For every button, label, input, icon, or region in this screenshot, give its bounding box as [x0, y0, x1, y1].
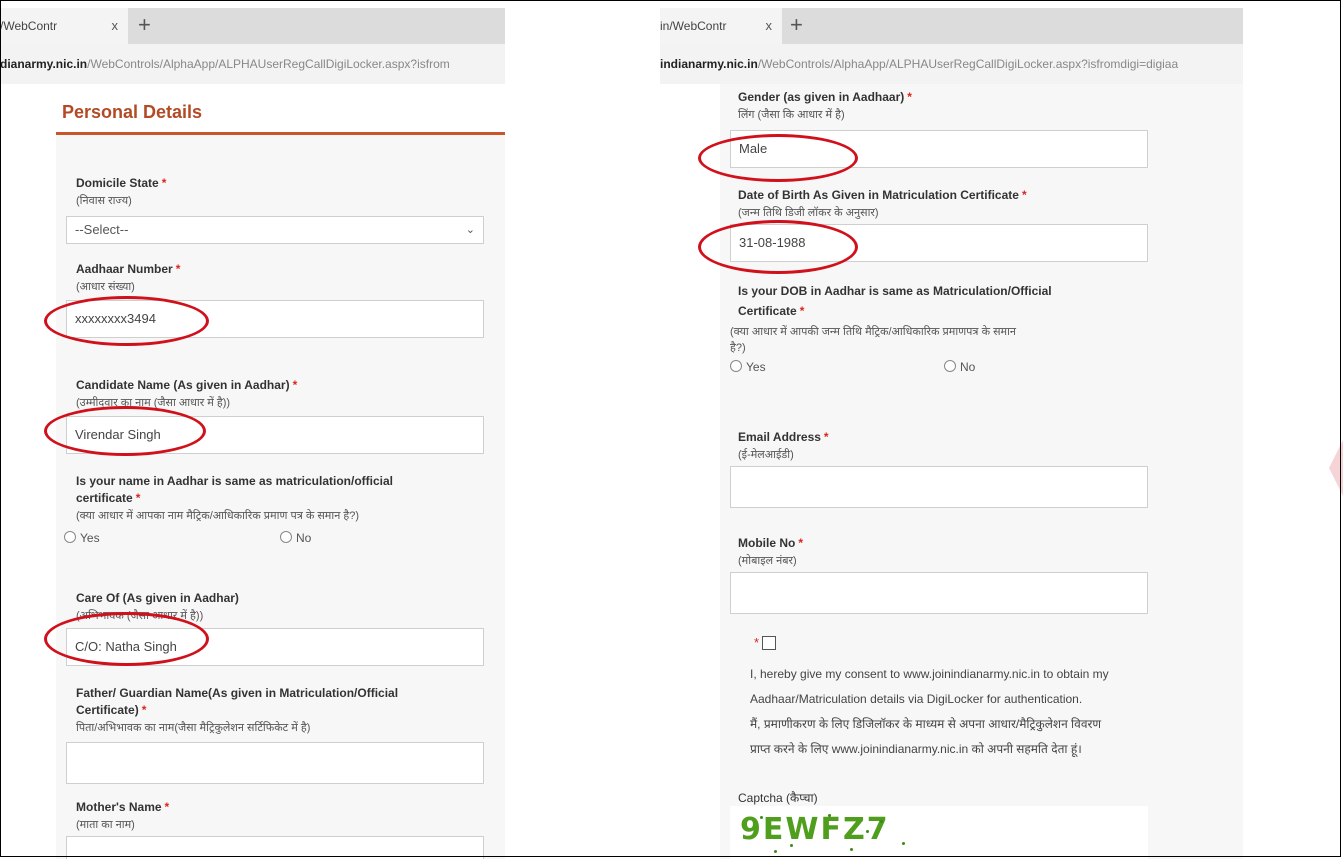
father-name-label-line1: Father/ Guardian Name(As given in Matric…	[76, 686, 399, 700]
candidate-name-label: Candidate Name (As given in Aadhar) *	[76, 378, 298, 392]
dob-same-label-line1: Is your DOB in Aadhar is same as Matricu…	[738, 284, 1052, 298]
captcha-noise	[880, 820, 883, 823]
domicile-state-label: Domicile State *	[76, 176, 167, 190]
aadhaar-number-label: Aadhaar Number *	[76, 262, 181, 276]
address-bar[interactable]: indianarmy.nic.in/WebControls/AlphaApp/A…	[660, 44, 1243, 84]
name-same-yes-radio[interactable]: Yes	[64, 531, 100, 545]
domicile-state-select[interactable]: --Select-- ⌄	[66, 216, 484, 244]
gender-label: Gender (as given in Aadhaar) *	[738, 90, 912, 104]
left-browser-panel: /WebContr x + dianarmy.nic.in/WebControl…	[0, 0, 505, 859]
name-same-label-line1: Is your name in Aadhar is same as matric…	[76, 474, 393, 488]
candidate-name-input[interactable]: Virendar Singh	[66, 416, 484, 454]
consent-required-mark: *	[754, 635, 760, 650]
captcha-noise	[790, 844, 793, 847]
edge-decoration	[1329, 440, 1343, 496]
section-title: Personal Details	[62, 102, 203, 122]
dob-input[interactable]: 31-08-1988	[730, 224, 1148, 262]
chevron-down-icon: ⌄	[465, 224, 475, 236]
right-browser-panel: in/WebContr x + indianarmy.nic.in/WebCon…	[660, 0, 1243, 859]
captcha-noise	[828, 814, 831, 817]
captcha-noise	[774, 850, 777, 853]
mother-name-input[interactable]	[66, 836, 484, 859]
father-name-label-line2: Certificate) *	[76, 703, 147, 717]
consent-line-3: मैं, प्रमाणीकरण के लिए डिजिलॉकर के माध्य…	[750, 717, 1102, 731]
url-host: dianarmy.nic.in	[0, 57, 88, 71]
care-of-label: Care Of (As given in Aadhar)	[76, 591, 239, 605]
name-same-no-radio[interactable]: No	[280, 531, 311, 545]
dob-same-no-radio[interactable]: No	[944, 360, 975, 374]
consent-text: I, hereby give my consent to www.joinind…	[750, 662, 1109, 762]
radio-icon	[730, 360, 742, 372]
domicile-state-hindi: (निवास राज्य)	[76, 195, 132, 207]
page-content: Personal Details Domicile State * (निवास …	[0, 84, 505, 859]
address-bar[interactable]: dianarmy.nic.in/WebControls/AlphaApp/ALP…	[0, 44, 505, 84]
captcha-noise	[902, 842, 905, 845]
care-of-hindi: (अभिभावक (जैसा आधार में है))	[76, 610, 204, 622]
candidate-name-hindi: (उम्मीदवार का नाम (जैसा आधार में है))	[76, 397, 231, 409]
tab-title: in/WebContr	[660, 19, 727, 33]
new-tab-icon[interactable]: +	[790, 8, 803, 44]
mother-name-label: Mother's Name *	[76, 800, 170, 814]
email-hindi: (ई-मेलआईडी)	[738, 449, 794, 461]
captcha-noise	[760, 816, 763, 819]
care-of-input[interactable]: C/O: Natha Singh	[66, 628, 484, 666]
dob-label: Date of Birth As Given in Matriculation …	[738, 188, 1027, 202]
domicile-state-value: --Select--	[75, 222, 129, 237]
aadhaar-number-hindi: (आधार संख्या)	[76, 281, 135, 293]
tab-title: /WebContr	[0, 19, 58, 33]
email-label: Email Address *	[738, 430, 829, 444]
father-name-input[interactable]	[66, 742, 484, 784]
new-tab-icon[interactable]: +	[138, 8, 151, 44]
dob-same-hindi-line2: है?)	[730, 342, 746, 354]
url-host: indianarmy.nic.in	[660, 57, 758, 71]
mobile-hindi: (मोबाइल नंबर)	[738, 555, 797, 567]
dob-same-hindi-line1: (क्या आधार में आपकी जन्म तिथि मैट्रिक/आध…	[730, 326, 1017, 338]
consent-line-2: Aadhaar/Matriculation details via DigiLo…	[750, 692, 1083, 706]
tab-bar: /WebContr x +	[0, 8, 505, 44]
captcha-image: 9EWFZ7	[730, 806, 1148, 859]
gender-hindi: लिंग (जैसा कि आधार में है)	[738, 109, 845, 121]
father-name-hindi: पिता/अभिभावक का नाम(जैसा मैट्रिकुलेशन सर…	[76, 722, 311, 734]
url-path: /WebControls/AlphaApp/ALPHAUserRegCallDi…	[757, 57, 1179, 71]
url-path: /WebControls/AlphaApp/ALPHAUserRegCallDi…	[87, 57, 450, 71]
dob-hindi: (जन्म तिथि डिजी लॉकर के अनुसार)	[738, 207, 879, 219]
close-icon[interactable]: x	[112, 8, 119, 44]
mother-name-hindi: (माता का नाम)	[76, 819, 135, 831]
page-content: Gender (as given in Aadhaar) * लिंग (जैसा…	[660, 84, 1243, 859]
email-input[interactable]	[730, 466, 1148, 508]
mobile-label: Mobile No *	[738, 536, 803, 550]
close-icon[interactable]: x	[766, 8, 773, 44]
radio-icon	[280, 531, 292, 543]
browser-tab[interactable]: in/WebContr x	[660, 8, 782, 44]
gender-input[interactable]: Male	[730, 130, 1148, 168]
captcha-noise	[850, 848, 853, 851]
captcha-label: Captcha (कैप्चा)	[738, 791, 818, 805]
name-same-label-line2: certificate *	[76, 491, 141, 505]
radio-icon	[944, 360, 956, 372]
dob-same-label-line2: Certificate *	[738, 304, 805, 318]
dob-same-yes-radio[interactable]: Yes	[730, 360, 766, 374]
consent-checkbox[interactable]	[762, 636, 776, 650]
consent-line-1: I, hereby give my consent to www.joinind…	[750, 667, 1109, 681]
radio-icon	[64, 531, 76, 543]
browser-tab[interactable]: /WebContr x	[0, 8, 128, 44]
name-same-hindi: (क्या आधार में आपका नाम मैट्रिक/आधिकारिक…	[76, 510, 360, 522]
aadhaar-number-input[interactable]: xxxxxxxx3494	[66, 300, 484, 338]
mobile-input[interactable]	[730, 572, 1148, 614]
captcha-noise	[866, 830, 869, 833]
consent-line-4: प्राप्त करने के लिए www.joinindianarmy.n…	[750, 742, 1082, 756]
tab-bar: in/WebContr x +	[660, 8, 1243, 44]
